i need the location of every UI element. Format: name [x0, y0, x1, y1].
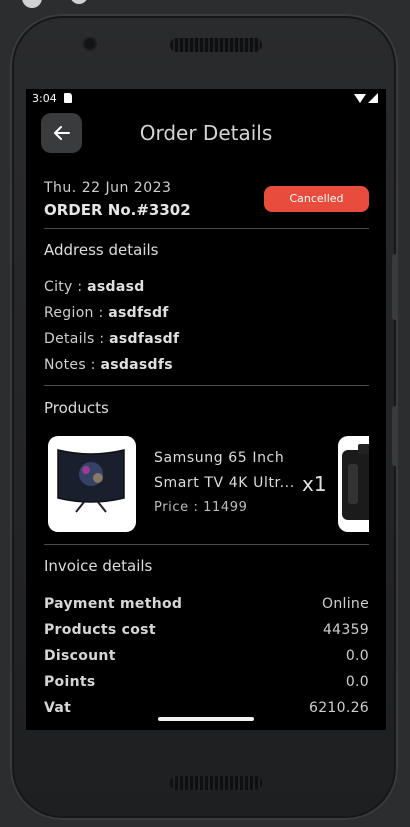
invoice-value: 0.0 — [345, 648, 369, 664]
window-control[interactable] — [70, 0, 88, 4]
invoice-label: Payment method — [44, 596, 183, 612]
product-price: Price : 11499 — [154, 500, 248, 515]
home-indicator[interactable] — [158, 717, 254, 721]
address-section-title: Address details — [44, 241, 159, 259]
invoice-value: Online — [322, 596, 369, 612]
invoice-label: Points — [44, 674, 96, 690]
order-number: ORDER No.#3302 — [44, 201, 191, 219]
details-value: asdfasdf — [109, 331, 180, 347]
sd-card-icon — [64, 93, 72, 103]
page-title: Order Details — [139, 121, 273, 145]
window-control[interactable] — [22, 0, 42, 8]
region-value: asdfsdf — [108, 305, 169, 321]
camera-product-image — [342, 444, 369, 520]
status-bar: 3:04 — [26, 89, 386, 109]
product-name-line1: Samsung 65 Inch — [154, 450, 285, 466]
invoice-label: Discount — [44, 648, 116, 664]
divider — [44, 385, 369, 386]
products-section-title: Products — [44, 399, 109, 417]
signal-icon — [368, 93, 378, 103]
product-name-line2: Smart TV 4K Ultr... — [154, 475, 295, 491]
divider — [44, 544, 369, 545]
invoice-label: Vat — [44, 700, 72, 716]
city-value: asdasd — [87, 279, 145, 295]
invoice-row-products-cost: Products cost 44359 — [44, 622, 369, 638]
products-carousel[interactable]: Samsung 65 Inch Smart TV 4K Ultr... Pric… — [44, 434, 369, 538]
speaker-grille-top — [170, 38, 262, 52]
notes-label: Notes : — [44, 357, 101, 373]
notes-value: asdasdfs — [100, 357, 173, 373]
invoice-row-vat: Vat 6210.26 — [44, 700, 369, 716]
details-row: Details : asdfasdf — [44, 331, 179, 347]
region-label: Region : — [44, 305, 109, 321]
tv-product-image — [57, 449, 125, 513]
order-date: Thu. 22 Jun 2023 — [44, 180, 172, 196]
invoice-row-points: Points 0.0 — [44, 674, 369, 690]
wifi-icon — [354, 94, 366, 103]
invoice-section-title: Invoice details — [44, 557, 153, 575]
speaker-grille-bottom — [170, 776, 262, 790]
product-image[interactable] — [48, 436, 136, 532]
city-label: City : — [44, 279, 88, 295]
status-time: 3:04 — [32, 92, 57, 105]
app-screen: 3:04 Order Details Thu. 22 Jun 2023 ORDE… — [26, 89, 386, 730]
volume-button — [392, 254, 398, 320]
invoice-row-discount: Discount 0.0 — [44, 648, 369, 664]
product-image[interactable] — [338, 436, 369, 532]
details-label: Details : — [44, 331, 110, 347]
divider — [44, 228, 369, 229]
invoice-value: 0.0 — [345, 674, 369, 690]
city-row: City : asdasd — [44, 279, 145, 295]
invoice-label: Products cost — [44, 622, 156, 638]
invoice-row-payment-method: Payment method Online — [44, 596, 369, 612]
invoice-value: 6210.26 — [309, 700, 369, 716]
region-row: Region : asdfsdf — [44, 305, 169, 321]
status-badge: Cancelled — [264, 186, 369, 212]
notes-row: Notes : asdasdfs — [44, 357, 173, 373]
camera — [85, 39, 95, 49]
invoice-value: 44359 — [322, 622, 369, 638]
product-quantity: x1 — [302, 472, 327, 496]
power-button — [392, 406, 398, 466]
